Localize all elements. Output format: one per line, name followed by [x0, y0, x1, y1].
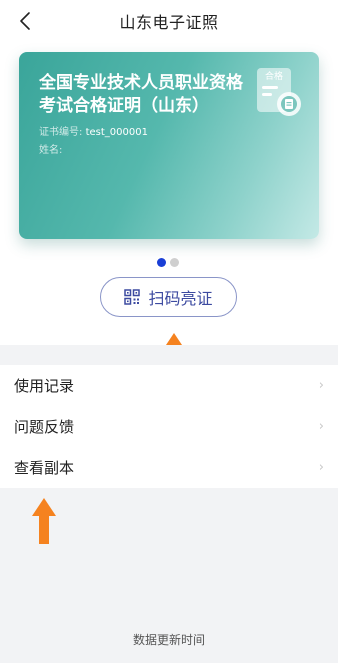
- certificate-number: 证书编号: test_000001: [39, 123, 148, 138]
- qr-code-icon: [124, 289, 141, 305]
- menu-item-label: 查看副本: [14, 459, 75, 477]
- certificate-card[interactable]: 全国专业技术人员职业资格考试合格证明（山东） 证书编号: test_000001…: [19, 52, 319, 239]
- certificate-badge-icon: 合格: [257, 68, 301, 116]
- pager-dot-active[interactable]: [157, 258, 166, 267]
- certificate-number-label: 证书编号:: [39, 127, 83, 138]
- holder-name-label: 姓名:: [39, 145, 63, 156]
- back-button[interactable]: [12, 8, 38, 34]
- data-update-time: 数据更新时间: [132, 633, 205, 647]
- scan-qr-label: 扫码亮证: [148, 289, 213, 308]
- certificate-title: 全国专业技术人员职业资格考试合格证明（山东）: [39, 73, 243, 116]
- page-title: 山东电子证照: [119, 13, 219, 32]
- pager-dot[interactable]: [170, 258, 179, 267]
- menu-item-feedback[interactable]: 问题反馈 ›: [0, 406, 338, 447]
- card-pager: [157, 258, 179, 267]
- chevron-right-icon: ›: [318, 460, 324, 475]
- menu-item-label: 使用记录: [14, 377, 75, 395]
- chevron-left-icon: [20, 12, 30, 30]
- menu-item-label: 问题反馈: [14, 418, 75, 436]
- menu-item-usage-records[interactable]: 使用记录 ›: [0, 365, 338, 406]
- certificate-number-value: test_000001: [85, 127, 148, 138]
- badge-text: 合格: [265, 70, 283, 82]
- chevron-right-icon: ›: [318, 378, 324, 393]
- scan-qr-button[interactable]: 扫码亮证: [100, 277, 237, 317]
- annotation-arrow-up-icon: [32, 498, 56, 544]
- chevron-right-icon: ›: [318, 419, 324, 434]
- menu-list: 使用记录 › 问题反馈 › 查看副本 ›: [0, 365, 338, 488]
- nav-bar: 山东电子证照: [0, 0, 338, 42]
- menu-item-view-copy[interactable]: 查看副本 ›: [0, 447, 338, 488]
